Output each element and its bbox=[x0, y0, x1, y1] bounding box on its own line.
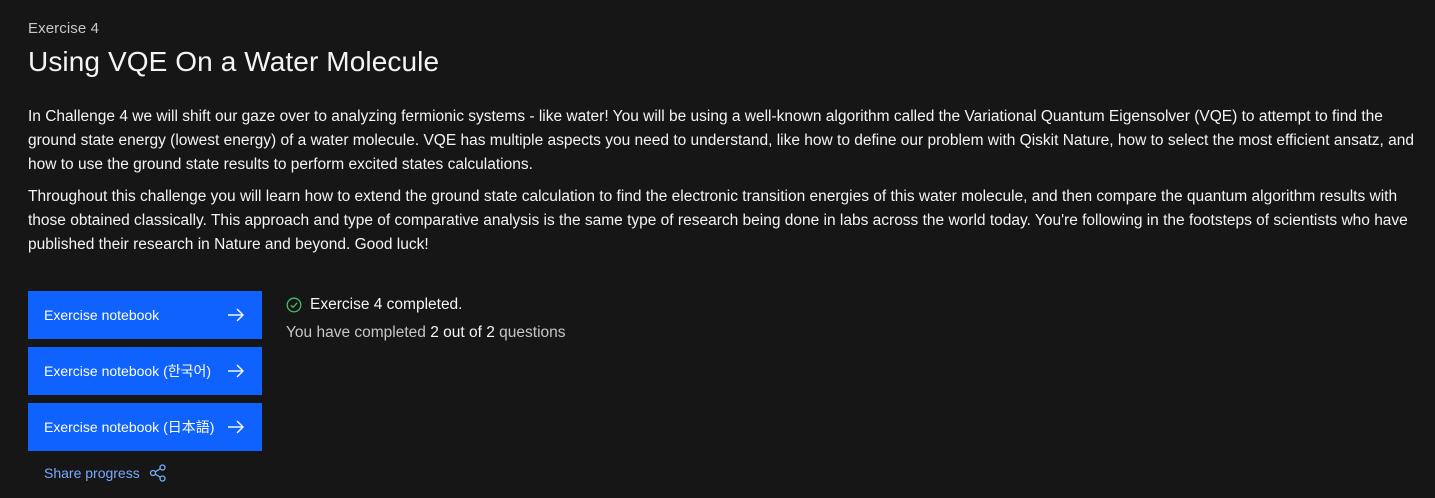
exercise-notebook-japanese-button[interactable]: Exercise notebook (日本語) bbox=[28, 403, 262, 451]
progress-suffix: questions bbox=[499, 324, 566, 341]
exercise-notebook-label: Exercise notebook bbox=[44, 307, 160, 323]
description-paragraph-2: Throughout this challenge you will learn… bbox=[28, 188, 1408, 253]
progress-prefix: You have completed bbox=[286, 324, 426, 341]
exercise-title: Using VQE On a Water Molecule bbox=[28, 46, 440, 77]
arrow-right-icon bbox=[226, 417, 246, 437]
share-icon bbox=[148, 463, 168, 483]
completion-status-text: Exercise 4 completed. bbox=[310, 296, 463, 313]
arrow-right-icon bbox=[226, 305, 246, 325]
arrow-right-icon bbox=[226, 361, 246, 381]
completion-status: Exercise 4 completed. bbox=[286, 296, 463, 314]
description-paragraph-1: In Challenge 4 we will shift our gaze ov… bbox=[28, 108, 1414, 173]
exercise-notebook-button[interactable]: Exercise notebook bbox=[28, 291, 262, 339]
exercise-notebook-korean-label: Exercise notebook (한국어) bbox=[44, 363, 212, 379]
exercise-notebook-japanese-label: Exercise notebook (日本語) bbox=[44, 419, 215, 435]
exercise-notebook-korean-button[interactable]: Exercise notebook (한국어) bbox=[28, 347, 262, 395]
question-progress: You have completed 2 out of 2 questions bbox=[286, 324, 566, 342]
checkmark-outline-icon bbox=[286, 297, 302, 313]
share-progress-label: Share progress bbox=[44, 465, 140, 481]
share-progress-link[interactable]: Share progress bbox=[44, 463, 168, 483]
exercise-eyebrow: Exercise 4 bbox=[28, 20, 100, 37]
progress-count: 2 out of 2 bbox=[430, 324, 495, 341]
